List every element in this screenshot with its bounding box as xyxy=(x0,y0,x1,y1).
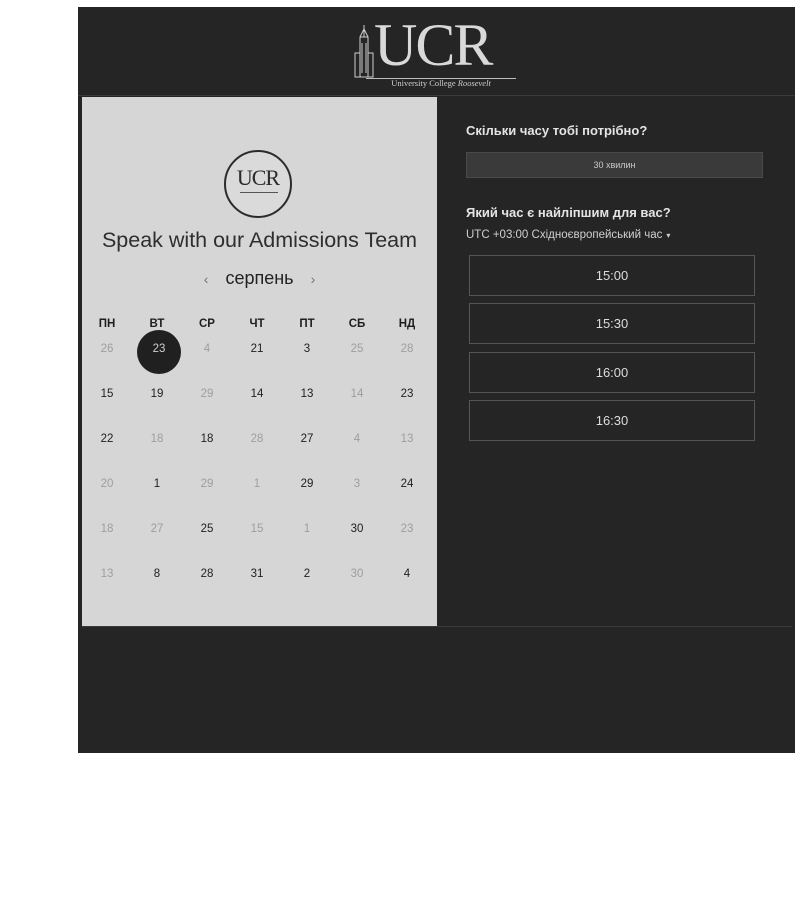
badge-divider xyxy=(240,192,278,193)
timezone-label: UTC +03:00 Східноєвропейський час xyxy=(466,229,663,241)
calendar-day[interactable]: 18 xyxy=(182,433,232,445)
time-slot-button[interactable]: 16:00 xyxy=(469,352,755,393)
calendar-day[interactable]: 29 xyxy=(282,478,332,490)
tower-icon xyxy=(354,25,374,78)
calendar-day[interactable]: 4 xyxy=(382,568,432,580)
calendar-week-row: 15 19 29 14 13 14 23 xyxy=(82,388,437,408)
weekday-label: ПТ xyxy=(299,318,315,330)
calendar-day[interactable]: 1 xyxy=(282,523,332,535)
calendar-day[interactable]: 31 xyxy=(232,568,282,580)
weekday-label: СР xyxy=(199,318,215,330)
weekday-header: ПН ВТ СР ЧТ ПТ СБ НД xyxy=(82,318,437,338)
calendar-day[interactable]: 21 xyxy=(232,343,282,355)
calendar-day[interactable]: 2 xyxy=(282,568,332,580)
calendar-day[interactable]: 24 xyxy=(382,478,432,490)
page-title: Speak with our Admissions Team xyxy=(101,228,418,252)
calendar-day[interactable]: 13 xyxy=(82,568,132,580)
time-slot-button[interactable]: 15:00 xyxy=(469,255,755,296)
calendar-day[interactable]: 26 xyxy=(82,343,132,355)
weekday-label: ВТ xyxy=(149,318,165,330)
calendar-day[interactable]: 13 xyxy=(382,433,432,445)
month-navigation: ‹ серпень › xyxy=(82,268,437,289)
calendar-day[interactable]: 15 xyxy=(82,388,132,400)
calendar-day[interactable]: 3 xyxy=(282,343,332,355)
calendar-day[interactable]: 15 xyxy=(232,523,282,535)
month-label: серпень xyxy=(225,268,294,288)
calendar-day[interactable]: 27 xyxy=(282,433,332,445)
chevron-down-icon: ▾ xyxy=(666,231,671,240)
weekday-label: ПН xyxy=(98,318,116,330)
chevron-right-icon[interactable]: › xyxy=(311,271,316,287)
calendar-day[interactable]: 14 xyxy=(332,388,382,400)
timezone-select[interactable]: UTC +03:00 Східноєвропейський час ▾ xyxy=(466,229,670,241)
divider xyxy=(82,626,792,627)
calendar-day[interactable]: 30 xyxy=(332,523,382,535)
calendar-day[interactable]: 25 xyxy=(182,523,232,535)
calendar-day[interactable]: 18 xyxy=(82,523,132,535)
calendar-day[interactable]: 13 xyxy=(282,388,332,400)
calendar-day[interactable]: 28 xyxy=(182,568,232,580)
calendar-week-row: 20 1 29 1 29 3 24 xyxy=(82,478,437,498)
badge-text: UCR xyxy=(236,165,280,190)
header: UCR University College Roosevelt xyxy=(78,7,795,96)
duration-select[interactable]: 30 хвилин xyxy=(466,152,763,178)
calendar-day[interactable]: 18 xyxy=(132,433,182,445)
time-slot-button[interactable]: 15:30 xyxy=(469,303,755,344)
weekday-label: НД xyxy=(398,318,416,330)
calendar-panel: UCR Speak with our Admissions Team ‹ сер… xyxy=(82,97,437,627)
calendar-day[interactable]: 29 xyxy=(182,388,232,400)
time-selection-panel: Скільки часу тобі потрібно? 30 хвилин Як… xyxy=(437,97,792,627)
logo-subtitle: University College Roosevelt xyxy=(391,78,491,88)
calendar-day[interactable]: 27 xyxy=(132,523,182,535)
calendar-day[interactable]: 1 xyxy=(232,478,282,490)
calendar-week-row: 22 18 18 28 27 4 13 xyxy=(82,433,437,453)
calendar-day[interactable]: 19 xyxy=(132,388,182,400)
calendar-day[interactable]: 22 xyxy=(82,433,132,445)
booking-widget: UCR University College Roosevelt UCR Spe… xyxy=(78,7,795,753)
calendar-day[interactable]: 30 xyxy=(332,568,382,580)
time-question: Який час є найліпшим для вас? xyxy=(466,205,671,220)
calendar-day[interactable]: 4 xyxy=(332,433,382,445)
calendar-day[interactable]: 28 xyxy=(382,343,432,355)
calendar-day[interactable]: 25 xyxy=(332,343,382,355)
calendar-day[interactable]: 23 xyxy=(382,523,432,535)
chevron-left-icon[interactable]: ‹ xyxy=(204,271,209,287)
weekday-label: СБ xyxy=(348,318,366,330)
calendar-day[interactable]: 28 xyxy=(232,433,282,445)
calendar-day[interactable]: 29 xyxy=(182,478,232,490)
weekday-label: ЧТ xyxy=(249,318,265,330)
calendar-week-row: 18 27 25 15 1 30 23 xyxy=(82,523,437,543)
calendar-day[interactable]: 8 xyxy=(132,568,182,580)
calendar-week-row: 13 8 28 31 2 30 4 xyxy=(82,568,437,588)
calendar-day[interactable]: 3 xyxy=(332,478,382,490)
ucr-logo: UCR University College Roosevelt xyxy=(354,12,519,89)
calendar-day[interactable]: 4 xyxy=(182,343,232,355)
calendar-day[interactable]: 20 xyxy=(82,478,132,490)
time-slot-button[interactable]: 16:30 xyxy=(469,400,755,441)
calendar-week-row: 26 4 21 3 25 28 xyxy=(82,343,437,363)
logo-text: UCR xyxy=(374,12,493,78)
duration-question: Скільки часу тобі потрібно? xyxy=(466,123,648,138)
calendar-day[interactable]: 1 xyxy=(132,478,182,490)
calendar-day[interactable]: 14 xyxy=(232,388,282,400)
ucr-badge-logo: UCR xyxy=(224,150,292,218)
calendar-day[interactable]: 23 xyxy=(382,388,432,400)
